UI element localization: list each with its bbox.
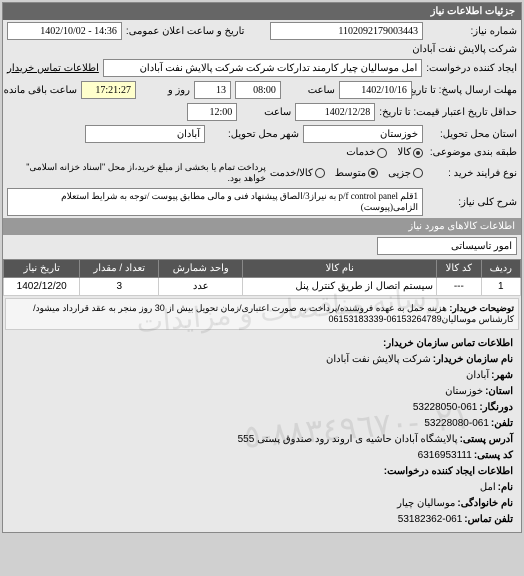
cell-date: 1402/12/20 xyxy=(4,278,80,296)
radio-omde[interactable]: کالا/خدمت xyxy=(270,168,325,179)
days-input[interactable]: 13 xyxy=(194,81,231,99)
radio-label-omde: کالا/خدمت xyxy=(270,168,313,179)
note-text: هزینه حمل به عهده فروشنده/پرداخت به صورت… xyxy=(33,303,514,324)
cell-row: 1 xyxy=(481,278,520,296)
time-label-1: ساعت xyxy=(285,85,335,96)
radio-label-jozi: جزیی xyxy=(388,168,411,179)
page-header: جزئیات اطلاعات نیاز xyxy=(3,3,521,20)
contact-phone-value: 53182362-061 xyxy=(398,512,463,528)
payment-note: پرداخت تمام یا بخشی از مبلغ خرید،از محل … xyxy=(7,162,266,184)
desc-label: شرح کلی نیاز: xyxy=(427,197,517,208)
purchase-type-label: نوع فرایند خرید : xyxy=(427,168,517,179)
fax-label: دورنگار: xyxy=(479,400,513,416)
radio-khadamat[interactable]: خدمات xyxy=(346,147,387,158)
address-value: پالایشگاه آبادان حاشیه ی اروند رود صندوق… xyxy=(238,432,458,448)
contact-link[interactable]: اطلاعات تماس خریدار xyxy=(7,63,99,74)
postal-value: 6316953111 xyxy=(418,448,472,464)
radio-icon xyxy=(377,148,387,158)
postal-label: کد پستی: xyxy=(474,448,513,464)
col-date: تاریخ نیاز xyxy=(4,260,80,278)
radio-icon xyxy=(368,168,378,178)
table-row[interactable]: 1 --- سیستم اتصال از طریق کنترل پنل عدد … xyxy=(4,278,521,296)
name-value: امل xyxy=(480,480,496,496)
radio-jozi[interactable]: جزیی xyxy=(388,168,423,179)
items-table: ردیف کد کالا نام کالا واحد شمارش تعداد /… xyxy=(3,259,521,296)
radio-icon xyxy=(413,168,423,178)
cell-code: --- xyxy=(437,278,482,296)
province-label: استان محل تحویل: xyxy=(427,129,517,140)
province-info-value: خوزستان xyxy=(445,384,483,400)
table-header-row: ردیف کد کالا نام کالا واحد شمارش تعداد /… xyxy=(4,260,521,278)
creator2-label: اطلاعات ایجاد کننده درخواست: xyxy=(384,464,513,480)
desc-input[interactable]: 1قلم p/f control panel به نیراز3/الصاق پ… xyxy=(7,188,423,216)
public-date-label: تاریخ و ساعت اعلان عمومی: xyxy=(126,26,266,37)
note-label: توضیحات خریدار: xyxy=(449,303,514,313)
province-input[interactable]: خوزستان xyxy=(303,125,423,143)
radio-motevaset[interactable]: متوسط xyxy=(335,168,378,179)
validity-label: حداقل تاریخ اعتبار قیمت: تا تاریخ: xyxy=(379,107,517,118)
address-label: آدرس پستی: xyxy=(460,432,513,448)
phone-value: 53228080-061 xyxy=(424,416,489,432)
radio-kala[interactable]: کالا xyxy=(397,147,423,158)
purchase-radio-group: جزیی متوسط کالا/خدمت xyxy=(270,168,423,179)
col-name: نام کالا xyxy=(243,260,437,278)
col-qty: تعداد / مقدار xyxy=(80,260,159,278)
request-no-input[interactable]: 1102092179003443 xyxy=(270,22,423,40)
province-info-label: استان: xyxy=(485,384,513,400)
remain-time-input[interactable]: 17:21:27 xyxy=(81,81,136,99)
creator-label: ایجاد کننده درخواست: xyxy=(426,63,517,74)
time-label-2: ساعت xyxy=(241,107,291,118)
radio-label-motevaset: متوسط xyxy=(335,168,366,179)
priority-radio-group: کالا خدمات xyxy=(346,147,423,158)
city-info-value: آبادان xyxy=(466,368,489,384)
validity-time-input[interactable]: 12:00 xyxy=(187,103,237,121)
cell-unit: عدد xyxy=(159,278,243,296)
col-unit: واحد شمارش xyxy=(159,260,243,278)
priority-label: طبقه بندی موضوعی: xyxy=(427,147,517,158)
org-value: شرکت پالایش نفت آبادان xyxy=(326,352,431,368)
family-value: موسالیان چیار xyxy=(397,496,455,512)
radio-label-kala: کالا xyxy=(397,147,411,158)
family-label: نام خانوادگی: xyxy=(457,496,513,512)
public-date-input[interactable]: 14:36 - 1402/10/02 xyxy=(7,22,122,40)
deadline-date-input[interactable]: 1402/10/16 xyxy=(339,81,412,99)
contact-section-title: اطلاعات تماس سازمان خریدار: xyxy=(383,336,513,352)
org-label: نام سازمان خریدار: xyxy=(433,352,513,368)
remain-label: ساعت باقی مانده xyxy=(7,85,77,96)
cell-qty: 3 xyxy=(80,278,159,296)
city-label: شهر محل تحویل: xyxy=(209,129,299,140)
creator-input[interactable]: امل موسالیان چیار کارمند تدارکات شرکت شر… xyxy=(103,59,422,77)
phone-label: تلفن: xyxy=(491,416,513,432)
radio-icon xyxy=(413,148,423,158)
radio-icon xyxy=(315,168,325,178)
radio-label-khadamat: خدمات xyxy=(346,147,375,158)
buyer-note-box: توضیحات خریدار: هزینه حمل به عهده فروشند… xyxy=(5,298,519,330)
page-title: جزئیات اطلاعات نیاز xyxy=(431,6,515,17)
cell-name: سیستم اتصال از طریق کنترل پنل xyxy=(243,278,437,296)
name-label: نام: xyxy=(498,480,513,496)
fax-value: 53228050-061 xyxy=(413,400,478,416)
contact-phone-label: تلفن تماس: xyxy=(464,512,513,528)
days-label: روز و xyxy=(140,85,190,96)
deadline-time-input[interactable]: 08:00 xyxy=(235,81,281,99)
col-row: ردیف xyxy=(481,260,520,278)
tax-category-input[interactable]: امور تاسیساتی xyxy=(377,237,517,255)
city-info-label: شهر: xyxy=(491,368,513,384)
buyer-company-label: شرکت پالایش نفت آبادان xyxy=(377,44,517,55)
validity-date-input[interactable]: 1402/12/28 xyxy=(295,103,375,121)
city-input[interactable]: آبادان xyxy=(85,125,205,143)
items-section-title: اطلاعات کالاهای مورد نیاز xyxy=(3,218,521,235)
deadline-label: مهلت ارسال پاسخ: تا تاریخ: xyxy=(416,85,517,96)
request-no-label: شماره نیاز: xyxy=(427,26,517,37)
col-code: کد کالا xyxy=(437,260,482,278)
